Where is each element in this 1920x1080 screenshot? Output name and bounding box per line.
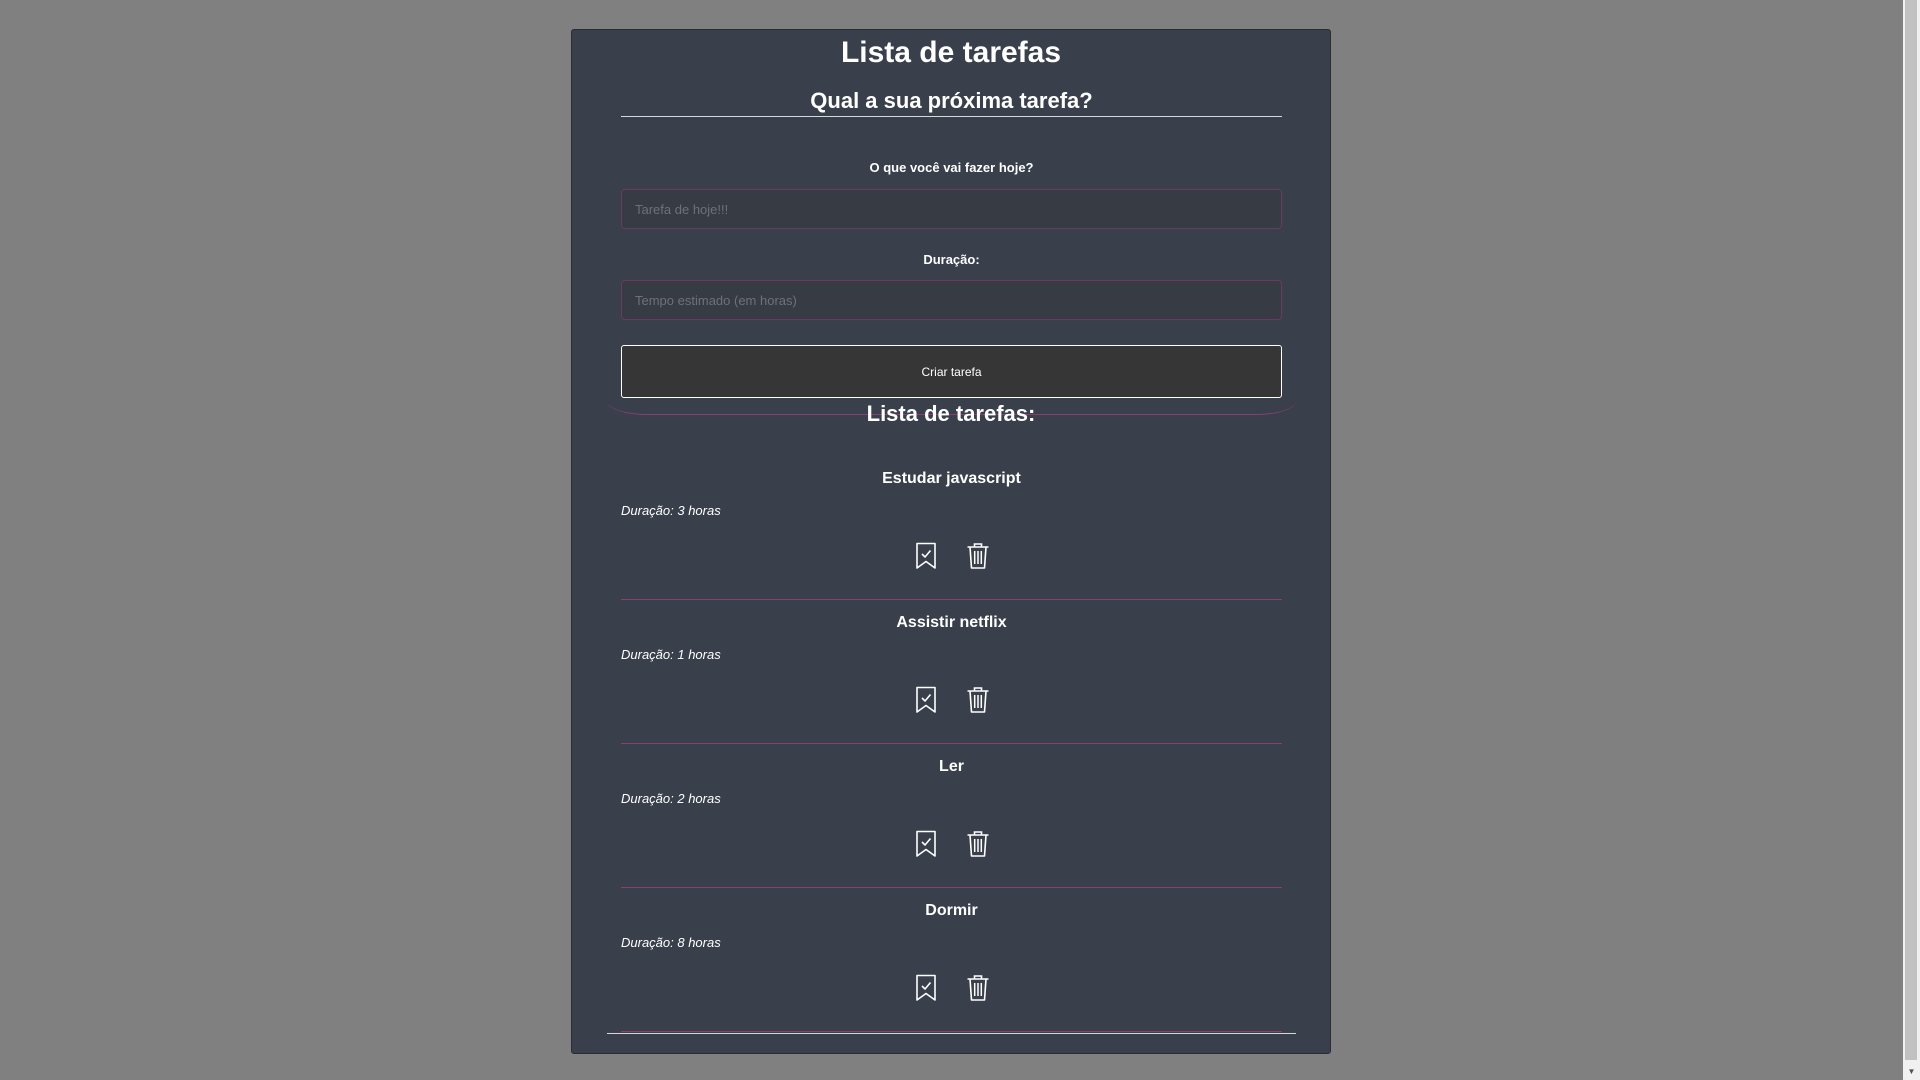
bookmark-check-icon[interactable]	[912, 973, 940, 1003]
bookmark-check-icon[interactable]	[912, 685, 940, 715]
trash-icon[interactable]	[964, 541, 992, 571]
task-item: Assistir netflix Duração: 1 horas	[621, 601, 1282, 744]
trash-icon[interactable]	[964, 973, 992, 1003]
duration-input[interactable]	[621, 280, 1282, 320]
task-item: Estudar javascript Duração: 3 horas	[621, 457, 1282, 600]
scrollbar-thumb[interactable]	[1905, 0, 1917, 1060]
task-form: Qual a sua próxima tarefa? O que você va…	[621, 84, 1282, 412]
task-label: O que você vai fazer hoje?	[869, 160, 1034, 175]
task-actions	[621, 541, 1282, 571]
task-name: Ler	[939, 758, 964, 775]
task-actions	[621, 829, 1282, 859]
duration-label: Duração:	[923, 252, 980, 267]
todo-card: Lista de tarefas Qual a sua próxima tare…	[571, 29, 1331, 1054]
page-title: Lista de tarefas	[840, 36, 1062, 69]
task-input[interactable]	[621, 189, 1282, 229]
vertical-scrollbar[interactable]: ▼	[1903, 0, 1920, 1080]
bookmark-check-icon[interactable]	[912, 829, 940, 859]
task-name: Dormir	[925, 902, 978, 919]
list-title: Lista de tarefas:	[866, 401, 1036, 426]
bookmark-check-icon[interactable]	[912, 541, 940, 571]
trash-icon[interactable]	[964, 829, 992, 859]
task-actions	[621, 973, 1282, 1003]
page: Lista de tarefas Qual a sua próxima tare…	[0, 0, 1920, 1080]
task-item: Ler Duração: 2 horas	[621, 745, 1282, 888]
task-duration: Duração: 3 horas	[621, 503, 721, 518]
task-list: Estudar javascript Duração: 3 horas Assi…	[621, 457, 1282, 1033]
task-duration: Duração: 8 horas	[621, 935, 721, 950]
form-subtitle: Qual a sua próxima tarefa?	[621, 84, 1282, 117]
task-actions	[621, 685, 1282, 715]
bottom-divider	[607, 1033, 1296, 1034]
create-task-button[interactable]: Criar tarefa	[621, 345, 1282, 398]
scroll-down-arrow-icon[interactable]: ▼	[1903, 1063, 1920, 1080]
task-name: Estudar javascript	[882, 470, 1021, 487]
task-duration: Duração: 1 horas	[621, 647, 721, 662]
task-duration: Duração: 2 horas	[621, 791, 721, 806]
task-name: Assistir netflix	[896, 614, 1007, 631]
trash-icon[interactable]	[964, 685, 992, 715]
task-item: Dormir Duração: 8 horas	[621, 889, 1282, 1032]
